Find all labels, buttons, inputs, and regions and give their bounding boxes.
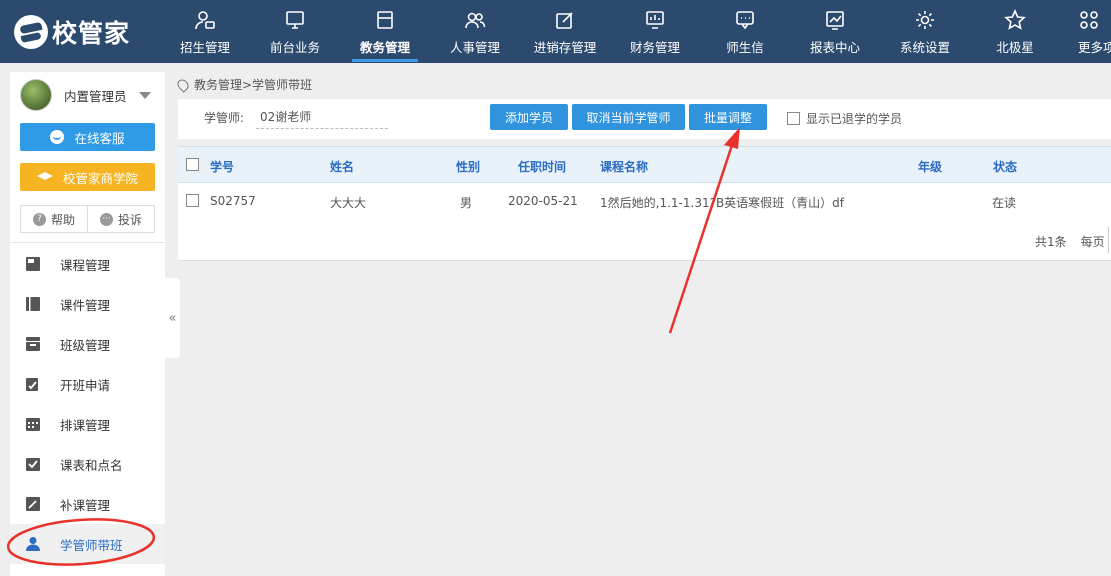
show-withdrawn-toggle[interactable]: 显示已退学的学员 — [787, 110, 902, 127]
sidebar: 内置管理员 在线客服 校管家商学院 ? 帮助 ··· 投诉 课程管理 课件管理 … — [10, 72, 165, 576]
user-name: 内置管理员 — [64, 88, 127, 104]
user-menu[interactable]: 内置管理员 — [20, 79, 155, 111]
filter-toolbar: 学管师: 添加学员 取消当前学管师 批量调整 显示已退学的学员 — [178, 99, 1111, 139]
nav-item-messaging[interactable]: 师生信 — [700, 0, 790, 63]
pagination: 共1条 每页 — [1035, 233, 1105, 250]
report-chart-icon — [826, 11, 844, 30]
show-withdrawn-checkbox[interactable] — [787, 112, 800, 125]
table-header: 学号 姓名 性别 任职时间 课程名称 年级 状态 — [178, 146, 1111, 183]
nav-item-inventory[interactable]: 进销存管理 — [520, 0, 610, 63]
academy-button[interactable]: 校管家商学院 — [20, 163, 155, 191]
sidebar-item-class-apply[interactable]: 开班申请 — [10, 364, 165, 404]
more-dots-icon: ··· — [99, 212, 113, 226]
makeup-icon — [26, 497, 40, 511]
caret-down-icon — [138, 91, 151, 99]
sidebar-item-course[interactable]: 课程管理 — [10, 244, 165, 284]
sidebar-item-makeup[interactable]: 补课管理 — [10, 484, 165, 524]
user-card-icon — [195, 11, 215, 30]
help-button[interactable]: ? 帮助 — [21, 206, 87, 232]
nav-item-settings[interactable]: 系统设置 — [880, 0, 970, 63]
nav-item-enrollment[interactable]: 招生管理 — [160, 0, 250, 63]
breadcrumb: 教务管理>学管师带班 — [175, 76, 313, 93]
nav-item-more[interactable]: 更多项 — [1060, 0, 1111, 63]
location-pin-icon — [175, 76, 191, 93]
class-icon — [26, 337, 40, 351]
complaint-button[interactable]: ··· 投诉 — [87, 206, 154, 232]
nav-item-reports[interactable]: 报表中心 — [790, 0, 880, 63]
course-icon — [26, 257, 40, 271]
student-table: 学号 姓名 性别 任职时间 课程名称 年级 状态 S02757 大大大 男 20… — [178, 146, 1111, 261]
header-hire-date[interactable]: 任职时间 — [518, 158, 566, 175]
batch-adjust-button[interactable]: 批量调整 — [689, 104, 767, 130]
header-name[interactable]: 姓名 — [330, 158, 354, 175]
header-status[interactable]: 状态 — [993, 158, 1017, 175]
book-icon — [26, 297, 40, 311]
edit-box-icon — [556, 12, 573, 29]
graduation-cap-icon — [36, 172, 53, 180]
per-page-label: 每页 — [1080, 235, 1105, 249]
header-course[interactable]: 课程名称 — [600, 158, 648, 175]
online-service-button[interactable]: 在线客服 — [20, 123, 155, 151]
sidebar-item-scheduling[interactable]: 排课管理 — [10, 404, 165, 444]
help-row: ? 帮助 ··· 投诉 — [20, 205, 155, 233]
nav-item-front-desk[interactable]: 前台业务 — [250, 0, 340, 63]
grid-icon — [1080, 11, 1098, 29]
table-row[interactable]: S02757 大大大 男 2020-05-21 1然后她的,1.1-1.31?B… — [178, 183, 1111, 220]
cell-name: 大大大 — [330, 196, 367, 210]
nav-item-polaris[interactable]: 北极星 — [970, 0, 1060, 63]
star-icon — [1004, 9, 1026, 30]
row-checkbox[interactable] — [186, 194, 199, 207]
top-navigation-bar: 校管家 招生管理 前台业务 教务管理 人事管理 进销存管理 财务管理 师生信 报… — [0, 0, 1111, 63]
add-student-button[interactable]: 添加学员 — [490, 104, 568, 130]
sidebar-item-courseware[interactable]: 课件管理 — [10, 284, 165, 324]
calendar-icon — [26, 418, 40, 431]
main-nav: 招生管理 前台业务 教务管理 人事管理 进销存管理 财务管理 师生信 报表中心 — [160, 0, 1111, 63]
sidebar-item-timetable[interactable]: 课表和点名 — [10, 444, 165, 484]
checkin-icon — [26, 458, 40, 471]
sidebar-item-advisor-class[interactable]: 学管师带班 — [10, 524, 165, 564]
nav-item-academic[interactable]: 教务管理 — [340, 0, 430, 63]
gear-icon — [916, 11, 934, 29]
logo-text: 校管家 — [52, 19, 131, 48]
advisor-input[interactable] — [256, 105, 388, 129]
sidebar-item-class[interactable]: 班级管理 — [10, 324, 165, 364]
app-logo[interactable]: 校管家 — [14, 14, 130, 50]
advisor-label: 学管师: — [204, 111, 245, 125]
avatar — [20, 79, 52, 111]
sidebar-collapse-toggle[interactable]: « — [165, 278, 180, 358]
cell-hire-date: 2020-05-21 — [508, 194, 578, 208]
chat-icon — [736, 11, 754, 30]
nav-item-hr[interactable]: 人事管理 — [430, 0, 520, 63]
monitor-icon — [286, 11, 304, 29]
question-icon: ? — [32, 212, 46, 226]
total-count: 共1条 — [1035, 235, 1067, 249]
teacher-icon — [26, 537, 40, 551]
cell-gender: 男 — [460, 196, 473, 210]
select-all-checkbox[interactable] — [186, 158, 199, 171]
header-grade[interactable]: 年级 — [918, 158, 942, 175]
cell-status: 在读 — [992, 196, 1017, 210]
cell-id: S02757 — [210, 194, 256, 208]
cell-course: 1然后她的,1.1-1.31?B英语寒假班（青山）df — [600, 196, 845, 210]
screen-chart-icon — [646, 11, 664, 29]
logo-icon — [14, 15, 48, 49]
people-icon — [465, 12, 486, 29]
header-gender[interactable]: 性别 — [456, 158, 480, 175]
sidebar-menu: 课程管理 课件管理 班级管理 开班申请 排课管理 课表和点名 补课管理 学管师带… — [10, 244, 165, 564]
apply-icon — [26, 378, 38, 391]
header-id[interactable]: 学号 — [210, 158, 234, 175]
nav-item-finance[interactable]: 财务管理 — [610, 0, 700, 63]
breadcrumb-text: 教务管理>学管师带班 — [194, 78, 313, 92]
cancel-advisor-button[interactable]: 取消当前学管师 — [572, 104, 685, 130]
folder-icon — [377, 11, 393, 29]
smile-chat-icon — [50, 130, 65, 144]
sidebar-divider — [10, 242, 165, 243]
